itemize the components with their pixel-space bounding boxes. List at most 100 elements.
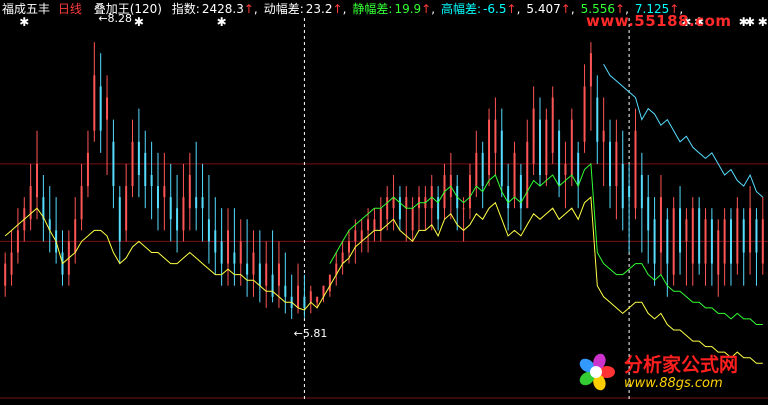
candle-body — [538, 119, 541, 175]
logo-center — [590, 366, 602, 378]
ticker-name: 福成五丰 — [2, 2, 51, 16]
candle-body — [144, 152, 147, 187]
candle-body — [341, 252, 344, 264]
candle-body — [195, 197, 198, 209]
candle-body — [405, 197, 408, 209]
metric-label-1: 动幅差: — [263, 2, 304, 16]
extra-separator: , — [570, 2, 575, 16]
candle-body — [551, 97, 554, 153]
metric-separator: , — [431, 2, 436, 16]
candle-body — [666, 219, 669, 264]
metric-value-0: 2428.3 — [201, 2, 244, 16]
candle-body — [373, 219, 376, 231]
candle-body — [220, 241, 223, 264]
candle-body — [729, 219, 732, 264]
candle-body — [360, 230, 363, 242]
candle-body — [252, 252, 255, 275]
candle-body — [176, 208, 179, 231]
candle-body — [691, 208, 694, 264]
candle-body — [316, 296, 319, 303]
indicator-name: 叠加王(120) — [93, 2, 162, 16]
candle-body — [99, 86, 102, 131]
candle-body — [462, 208, 465, 210]
metric-separator: , — [516, 2, 521, 16]
metric-value-3: -6.5 — [483, 2, 507, 16]
candle-body — [742, 219, 745, 253]
metric-label-0: 指数: — [171, 2, 200, 16]
candle-body — [163, 186, 166, 198]
metric-value-2: 19.9 — [394, 2, 422, 16]
candle-body — [589, 53, 592, 87]
candle-body — [507, 186, 510, 209]
candle-body — [118, 197, 121, 242]
candle-body — [710, 219, 713, 264]
candle-body — [112, 141, 115, 187]
star-marker-icon: ✱ — [134, 15, 144, 29]
candle-body — [653, 219, 656, 264]
candle-body — [647, 197, 650, 231]
watermark-bottom-url: www.88gs.com — [624, 376, 723, 391]
candle-body — [239, 241, 242, 264]
candle-body — [182, 197, 185, 231]
star-marker-icon: ✱ — [745, 15, 755, 29]
candle-body — [640, 175, 643, 209]
watermark-top: www.55188.com — [586, 12, 732, 30]
candle-body — [723, 219, 726, 264]
chart-window[interactable]: ✱ ✱ ✱ ✱ ✱ ✱ ✱ ✱ ←5.81 ←8.28 福成五丰 日线 叠加王(120) 指数:… — [0, 0, 768, 401]
candle-body — [564, 163, 567, 175]
candle-body — [513, 152, 516, 198]
candle-body — [36, 163, 39, 198]
candle-body — [685, 219, 688, 242]
candle-body — [577, 152, 580, 187]
candle-body — [150, 175, 153, 187]
indicator-header: 福成五丰 日线 叠加王(120) 指数: 2428.3↑, 动幅差: 23.2↑, 静幅… — [2, 2, 683, 16]
candle-body — [328, 274, 331, 292]
candle-body — [367, 219, 370, 231]
candle-body — [347, 241, 350, 253]
candle-body — [717, 230, 720, 275]
candle-body — [596, 97, 599, 142]
candle-body — [659, 197, 662, 253]
indicator-line-1 — [329, 162, 763, 325]
candle-body — [398, 197, 401, 220]
star-marker-icon: ✱ — [758, 15, 768, 29]
candle-body — [526, 141, 529, 209]
candle-body — [679, 208, 682, 253]
candle-body — [86, 152, 89, 187]
candle-body — [188, 175, 191, 209]
star-marker-icon: ✱ — [217, 15, 227, 29]
candle-body — [93, 75, 96, 131]
low-price-label: ←5.81 — [294, 327, 328, 340]
candle-body — [169, 197, 172, 220]
candle-body — [615, 141, 618, 187]
candle-body — [106, 97, 109, 120]
candle-body — [214, 230, 217, 253]
candle-body — [137, 141, 140, 175]
candle-body — [246, 263, 249, 275]
metric-arrow-icon: ↑ — [506, 2, 517, 16]
candle-body — [297, 285, 300, 308]
metric-value-1: 23.2 — [305, 2, 333, 16]
metric-arrow-icon: ↑ — [421, 2, 432, 16]
candle-body — [131, 141, 134, 187]
candle-body — [156, 186, 159, 209]
candle-body — [354, 230, 357, 242]
vertical-markers — [303, 18, 630, 401]
candle-body — [628, 186, 631, 198]
candle-body — [74, 219, 77, 253]
candle-body — [4, 263, 7, 286]
candle-body — [258, 263, 261, 286]
candle-body — [411, 208, 414, 231]
metric-label-2: 静幅差: — [352, 2, 393, 16]
candle-body — [570, 119, 573, 175]
candle-body — [602, 130, 605, 142]
annotations: ←5.81←8.28 — [98, 12, 615, 391]
candle-body — [583, 86, 586, 142]
candlesticks — [4, 42, 764, 319]
candle-body — [494, 119, 497, 153]
star-marker-icon: ✱ — [19, 15, 29, 29]
price-chart[interactable]: ✱ ✱ ✱ ✱ ✱ ✱✱ ✱ ←5.81←8.28 — [0, 0, 768, 401]
metric-arrow-icon: ↑ — [332, 2, 343, 16]
metric-label-3: 高幅差: — [441, 2, 482, 16]
candle-body — [761, 219, 764, 264]
